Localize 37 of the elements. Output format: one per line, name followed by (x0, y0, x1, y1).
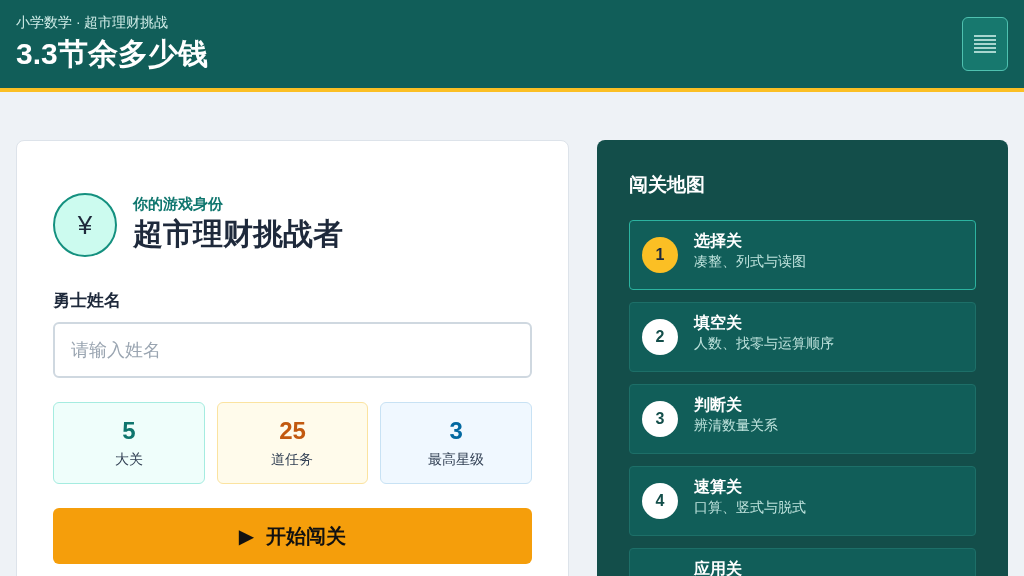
stat-value: 5 (122, 417, 136, 445)
stat-value: 3 (449, 417, 463, 445)
level-item[interactable]: 4 速算关 口算、竖式与脱式 (629, 466, 976, 536)
level-number: 2 (642, 319, 678, 355)
menu-icon (974, 35, 996, 53)
level-number: 1 (642, 237, 678, 273)
level-item[interactable]: 3 判断关 辨清数量关系 (629, 384, 976, 454)
level-title: 选择关 (694, 233, 743, 249)
identity-role: 超市理财挑战者 (133, 216, 343, 252)
play-icon: ▶ (238, 524, 255, 548)
stat-value: 25 (279, 417, 306, 445)
stat-label: 最高星级 (428, 451, 485, 469)
level-subtitle: 凑整、列式与读图 (694, 253, 806, 271)
menu-button[interactable] (962, 17, 1008, 71)
page-title: 3.3节余多少钱 (16, 35, 208, 72)
level-subtitle: 人数、找零与运算顺序 (694, 335, 834, 353)
level-item[interactable]: 应用关 (629, 548, 976, 576)
level-item[interactable]: 2 填空关 人数、找零与运算顺序 (629, 302, 976, 372)
stat-label: 道任务 (271, 451, 314, 469)
level-title: 填空关 (694, 315, 743, 331)
name-input[interactable]: 请输入姓名 (53, 322, 532, 378)
level-title: 速算关 (694, 479, 743, 495)
level-subtitle: 辨清数量关系 (694, 417, 778, 435)
map-title: 闯关地图 (629, 173, 706, 197)
start-label: 开始闯关 (266, 523, 347, 549)
level-subtitle: 口算、竖式与脱式 (694, 499, 806, 517)
yuan-coin-icon: ¥ (53, 193, 117, 257)
level-number: 4 (642, 483, 678, 519)
identity-caption: 你的游戏身份 (133, 195, 224, 214)
level-number: 3 (642, 401, 678, 437)
start-button[interactable]: ▶ 开始闯关 (53, 508, 532, 564)
course-subtitle: 小学数学 · 超市理财挑战 (16, 13, 170, 32)
level-item[interactable]: 1 选择关 凑整、列式与读图 (629, 220, 976, 290)
name-label: 勇士姓名 (53, 290, 122, 312)
stat-label: 大关 (114, 451, 143, 469)
level-title: 判断关 (694, 397, 743, 413)
level-title: 应用关 (694, 561, 742, 576)
